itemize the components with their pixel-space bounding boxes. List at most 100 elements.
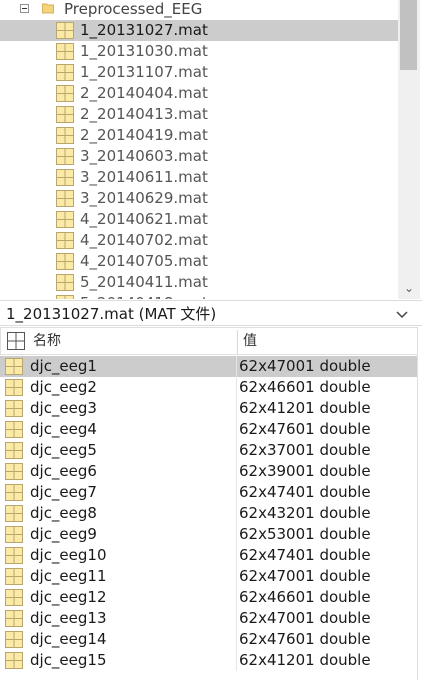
- tree-folder-row[interactable]: Preprocessed_EEG: [0, 0, 398, 20]
- cell-divider: [236, 524, 237, 545]
- file-name: 5_20140411.mat: [80, 273, 208, 291]
- variable-value: 62x46601 double: [239, 378, 371, 396]
- file-name: 2_20140413.mat: [80, 105, 208, 123]
- variable-value: 62x53001 double: [239, 525, 371, 543]
- variable-name: djc_eeg3: [30, 399, 97, 417]
- tree-file-item[interactable]: 2_20140419.mat: [0, 125, 398, 146]
- cell-divider: [236, 356, 237, 377]
- folder-icon: [42, 3, 54, 14]
- variable-name: djc_eeg10: [30, 546, 107, 564]
- mat-file-icon: [56, 106, 74, 123]
- variable-name: djc_eeg5: [30, 441, 97, 459]
- matrix-variable-icon: [5, 631, 23, 648]
- tree-file-item[interactable]: 1_20131027.mat: [0, 20, 398, 41]
- file-name: 3_20140603.mat: [80, 147, 208, 165]
- variable-name: djc_eeg15: [30, 651, 107, 669]
- variable-value: 62x47601 double: [239, 420, 371, 438]
- matrix-variable-icon: [5, 442, 23, 459]
- matrix-variable-icon: [5, 400, 23, 417]
- mat-file-icon: [56, 253, 74, 270]
- tree-file-item[interactable]: 4_20140621.mat: [0, 209, 398, 230]
- column-header-name[interactable]: 名称: [33, 328, 61, 355]
- tree-file-item[interactable]: 4_20140702.mat: [0, 230, 398, 251]
- tree-file-item[interactable]: 2_20140413.mat: [0, 104, 398, 125]
- chevron-down-icon[interactable]: [393, 305, 411, 323]
- table-row[interactable]: djc_eeg12 62x46601 double: [0, 587, 418, 608]
- table-row[interactable]: djc_eeg4 62x47601 double: [0, 419, 418, 440]
- variable-value: 62x47001 double: [239, 609, 371, 627]
- table-row[interactable]: djc_eeg1 62x47001 double: [0, 356, 418, 377]
- cell-divider: [236, 608, 237, 629]
- table-grid-icon[interactable]: [7, 332, 25, 350]
- variable-value: 62x47001 double: [239, 357, 371, 375]
- cell-divider: [236, 419, 237, 440]
- cell-divider: [236, 503, 237, 524]
- column-divider[interactable]: [237, 330, 238, 354]
- tree-file-item[interactable]: 1_20131030.mat: [0, 41, 398, 62]
- table-row[interactable]: djc_eeg11 62x47001 double: [0, 566, 418, 587]
- table-row[interactable]: djc_eeg13 62x47001 double: [0, 608, 418, 629]
- table-row[interactable]: djc_eeg9 62x53001 double: [0, 524, 418, 545]
- details-bar: 1_20131027.mat (MAT 文件): [0, 300, 422, 326]
- cell-divider: [236, 587, 237, 608]
- mat-file-icon: [56, 148, 74, 165]
- table-row[interactable]: djc_eeg2 62x46601 double: [0, 377, 418, 398]
- column-header-value[interactable]: 值: [243, 328, 257, 355]
- cell-divider: [236, 629, 237, 650]
- variable-value: 62x41201 double: [239, 399, 371, 417]
- tree-file-item[interactable]: 4_20140705.mat: [0, 251, 398, 272]
- file-name: 1_20131107.mat: [80, 63, 208, 81]
- variable-value: 62x43201 double: [239, 504, 371, 522]
- matrix-variable-icon: [5, 652, 23, 669]
- variable-name: djc_eeg13: [30, 609, 107, 627]
- table-row[interactable]: djc_eeg5 62x37001 double: [0, 440, 418, 461]
- mat-file-icon: [56, 190, 74, 207]
- tree-file-item[interactable]: 1_20131107.mat: [0, 62, 398, 83]
- mat-file-icon: [56, 211, 74, 228]
- tree-file-item[interactable]: 2_20140404.mat: [0, 83, 398, 104]
- tree-folder-label: Preprocessed_EEG: [64, 0, 203, 18]
- variable-name: djc_eeg2: [30, 378, 97, 396]
- mat-file-icon: [56, 64, 74, 81]
- tree-scrollbar[interactable]: ⌄: [398, 0, 420, 299]
- variable-name: djc_eeg4: [30, 420, 97, 438]
- table-border: [417, 355, 418, 680]
- tree-file-item[interactable]: 3_20140629.mat: [0, 188, 398, 209]
- matrix-variable-icon: [5, 358, 23, 375]
- mat-file-icon: [56, 232, 74, 249]
- file-name: 2_20140419.mat: [80, 126, 208, 144]
- variable-name: djc_eeg12: [30, 588, 107, 606]
- table-row[interactable]: djc_eeg6 62x39001 double: [0, 461, 418, 482]
- matrix-variable-icon: [5, 379, 23, 396]
- variable-value: 62x47601 double: [239, 630, 371, 648]
- table-row[interactable]: djc_eeg3 62x41201 double: [0, 398, 418, 419]
- table-row[interactable]: djc_eeg10 62x47401 double: [0, 545, 418, 566]
- table-row[interactable]: djc_eeg14 62x47601 double: [0, 629, 418, 650]
- cell-divider: [236, 566, 237, 587]
- file-tree-pane[interactable]: Preprocessed_EEG 1_20131027.mat 1_2013103…: [0, 0, 422, 299]
- cell-divider: [236, 398, 237, 419]
- file-name: 4_20140705.mat: [80, 252, 208, 270]
- table-row[interactable]: djc_eeg15 62x41201 double: [0, 650, 418, 671]
- file-name: 4_20140702.mat: [80, 231, 208, 249]
- variable-name: djc_eeg11: [30, 567, 107, 585]
- mat-file-icon: [56, 43, 74, 60]
- variable-value: 62x37001 double: [239, 441, 371, 459]
- matrix-variable-icon: [5, 610, 23, 627]
- tree-file-item[interactable]: 5_20140411.mat: [0, 272, 398, 293]
- mat-file-icon: [56, 169, 74, 186]
- mat-file-icon: [56, 295, 74, 299]
- table-header: 名称 值: [0, 327, 418, 355]
- table-row[interactable]: djc_eeg8 62x43201 double: [0, 503, 418, 524]
- tree-file-item[interactable]: 3_20140603.mat: [0, 146, 398, 167]
- table-row[interactable]: djc_eeg7 62x47401 double: [0, 482, 418, 503]
- cell-divider: [236, 545, 237, 566]
- file-name: 2_20140404.mat: [80, 84, 208, 102]
- tree-file-item[interactable]: 5_20140418.mat: [0, 293, 398, 299]
- tree-file-item[interactable]: 3_20140611.mat: [0, 167, 398, 188]
- file-name: 1_20131027.mat: [80, 21, 208, 39]
- scroll-down-icon[interactable]: ⌄: [398, 278, 420, 298]
- tree-collapse-icon[interactable]: [20, 4, 29, 13]
- matrix-variable-icon: [5, 505, 23, 522]
- tree-scroll-thumb[interactable]: [400, 0, 417, 70]
